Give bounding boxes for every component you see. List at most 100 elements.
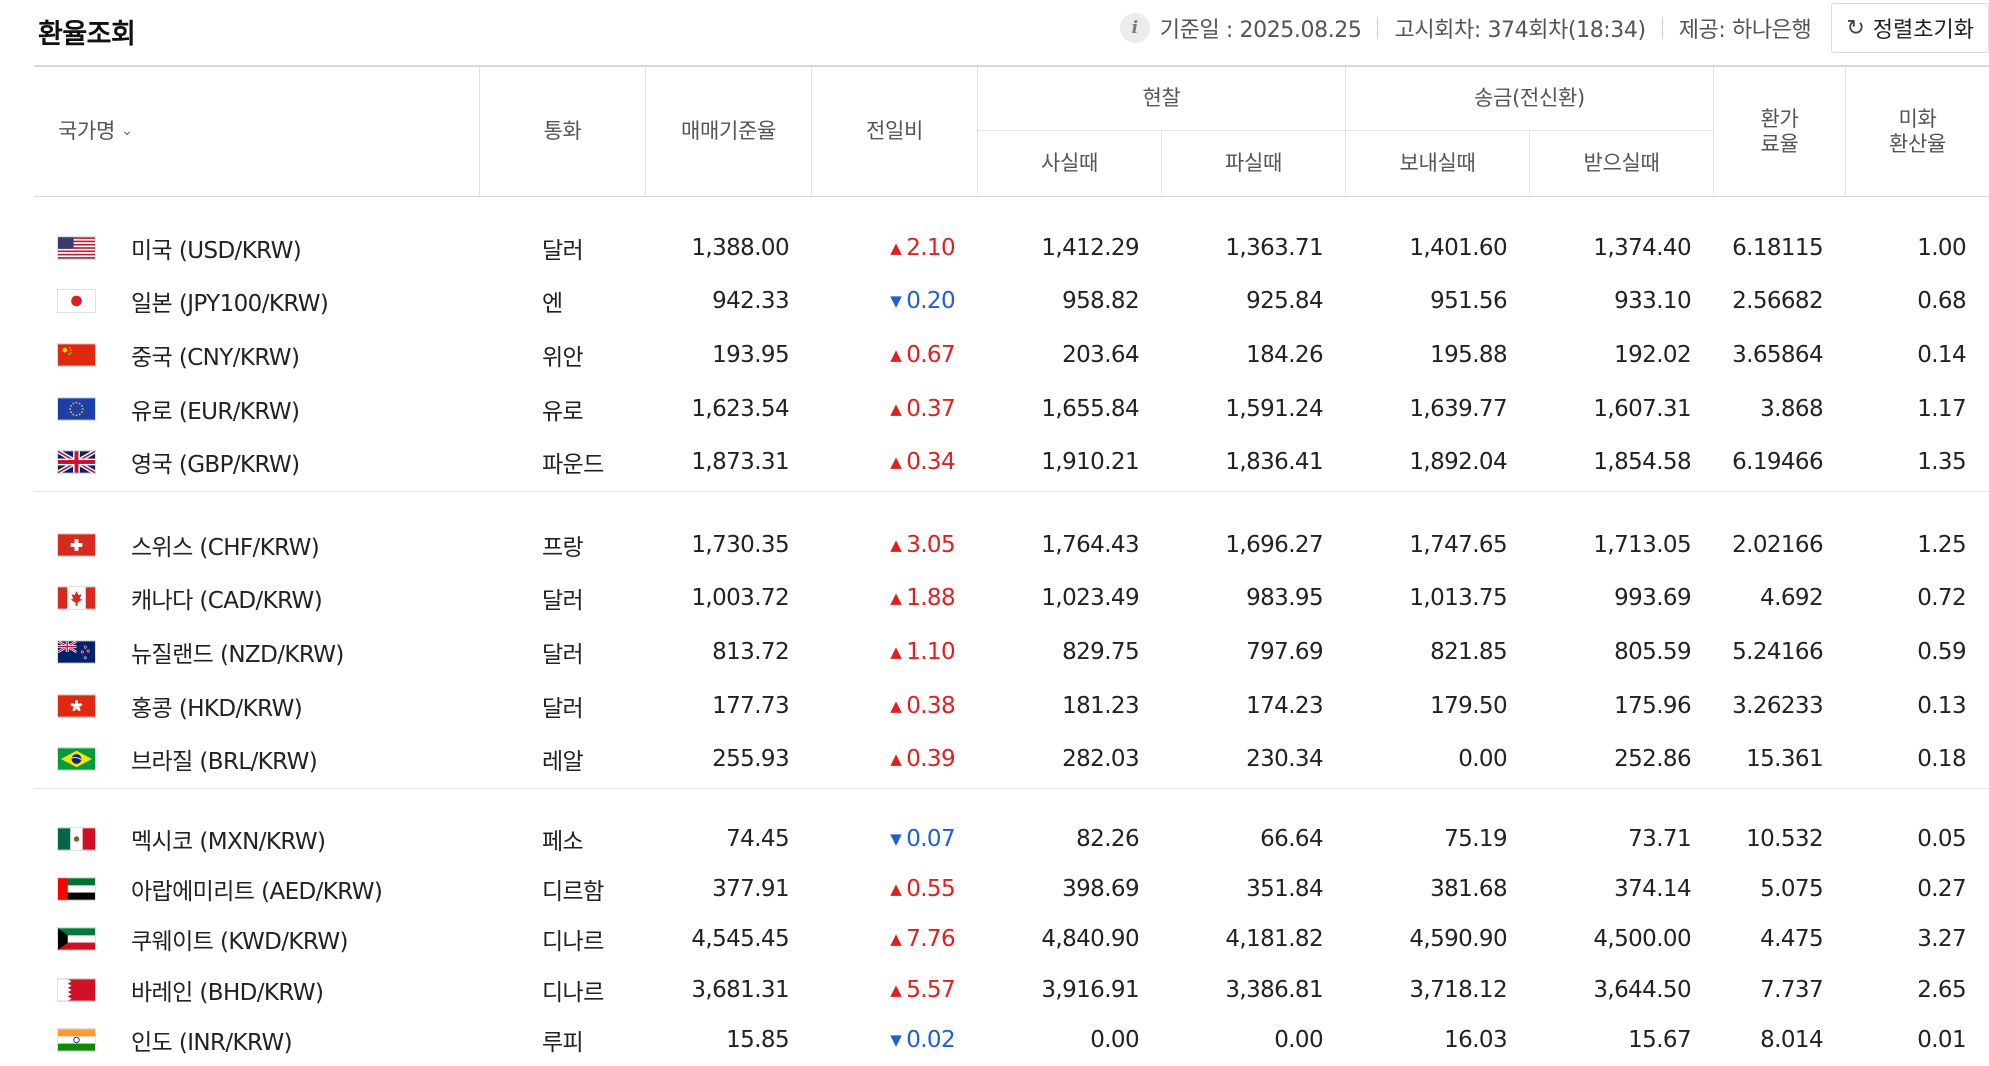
currency-name: 파운드	[542, 452, 604, 479]
rate-receive: 3,644.50	[1593, 976, 1691, 1003]
country-name: 미국 (USD/KRW)	[131, 237, 302, 264]
rate-receive: 993.69	[1614, 585, 1691, 612]
rate-send: 951.56	[1430, 288, 1507, 315]
change-cell: ▲ 1.88	[812, 574, 978, 624]
triangle-up-icon: ▲	[890, 535, 902, 554]
rate-cash-sell: 174.23	[1246, 692, 1323, 719]
currency-name: 달러	[542, 695, 584, 722]
triangle-down-icon: ▼	[890, 1031, 902, 1050]
flag-gb-icon	[56, 449, 97, 475]
flag-eu-icon	[58, 397, 95, 420]
rate-receive: 73.71	[1628, 825, 1691, 852]
change-value: 0.55	[906, 876, 955, 903]
change-value: 5.57	[906, 976, 955, 1003]
rate-receive: 4,500.00	[1593, 926, 1691, 953]
rate-send: 1,892.04	[1409, 449, 1507, 476]
rate-fee: 4.692	[1760, 585, 1823, 612]
column-send: 보내실때	[1346, 131, 1530, 196]
change-value: 7.76	[906, 926, 955, 953]
rate-cash-buy: 0.00	[1090, 1027, 1139, 1054]
country-name: 스위스 (CHF/KRW)	[131, 534, 320, 561]
rate-usd: 0.05	[1917, 825, 1966, 852]
change-value: 0.07	[906, 825, 955, 852]
change-value: 1.88	[906, 585, 955, 612]
rate-cash-buy: 181.23	[1062, 692, 1139, 719]
currency-name: 디나르	[542, 979, 604, 1006]
rate-usd: 0.14	[1917, 341, 1966, 368]
rate-cash-buy: 3,916.91	[1041, 976, 1139, 1003]
exchange-rate-page: 환율조회 i 기준일 : 2025.08.25 고시회차: 374회차(18:3…	[0, 0, 1989, 1066]
info-icon[interactable]: i	[1119, 13, 1150, 43]
base-rate: 177.73	[712, 692, 789, 719]
currency-name: 유로	[542, 398, 584, 425]
rate-send: 3,718.12	[1409, 976, 1507, 1003]
country-name: 일본 (JPY100/KRW)	[131, 291, 329, 318]
triangle-down-icon: ▼	[890, 829, 902, 848]
country-name: 홍콩 (HKD/KRW)	[131, 695, 303, 722]
rate-cash-buy: 282.03	[1062, 746, 1139, 773]
rate-cash-sell: 4,181.82	[1225, 926, 1323, 953]
rate-send: 75.19	[1444, 825, 1507, 852]
rate-receive: 1,713.05	[1593, 531, 1691, 558]
column-usd-rate-line2: 환산율	[1888, 131, 1947, 156]
change-value: 0.38	[906, 692, 955, 719]
rate-cash-sell: 3,386.81	[1225, 976, 1323, 1003]
flag-ca-icon	[58, 587, 95, 610]
column-cash-buy: 사실때	[978, 131, 1162, 196]
triangle-up-icon: ▲	[890, 642, 902, 661]
triangle-up-icon: ▲	[890, 880, 902, 899]
rate-receive: 933.10	[1614, 288, 1691, 315]
flag-in-icon	[58, 1029, 95, 1052]
rate-section-1: 미국 (USD/KRW) 달러 1,388.00 ▲ 2.10 1,412.29 1,363…	[34, 194, 1989, 492]
change-cell: ▼ 0.02	[812, 1016, 978, 1066]
country-name-cell: 홍콩 (HKD/KRW)	[34, 681, 480, 731]
country-name: 브라질 (BRL/KRW)	[131, 749, 318, 776]
change-cell: ▲ 0.38	[812, 681, 978, 731]
base-rate: 74.45	[726, 825, 789, 852]
base-rate: 15.85	[726, 1027, 789, 1054]
rate-cash-buy: 203.64	[1062, 341, 1139, 368]
change-value: 0.34	[906, 449, 955, 476]
rate-cash-buy: 829.75	[1062, 638, 1139, 665]
change-value: 0.39	[906, 746, 955, 773]
rate-usd: 1.25	[1917, 531, 1966, 558]
change-cell: ▲ 0.34	[812, 437, 978, 487]
base-date: 기준일 : 2025.08.25	[1159, 18, 1362, 43]
country-name: 캐나다 (CAD/KRW)	[131, 588, 323, 615]
change-value: 0.02	[906, 1027, 955, 1054]
country-name-cell: 뉴질랜드 (NZD/KRW)	[34, 627, 480, 677]
base-rate: 377.91	[712, 876, 789, 903]
rate-send: 16.03	[1444, 1027, 1507, 1054]
country-name-cell: 캐나다 (CAD/KRW)	[34, 574, 480, 624]
rate-cash-buy: 1,023.49	[1041, 585, 1139, 612]
column-group-transfer: 송금(전신환)	[1346, 67, 1714, 131]
rate-receive: 1,374.40	[1593, 234, 1691, 261]
flag-bh-icon	[58, 979, 95, 1001]
base-rate: 1,730.35	[691, 531, 789, 558]
meta-info: i 기준일 : 2025.08.25 고시회차: 374회차(18:34) 제공…	[1119, 2, 1989, 54]
rate-usd: 1.00	[1917, 234, 1966, 261]
column-nation[interactable]: 국가명 ⌄	[34, 67, 480, 196]
column-base-rate: 매매기준율	[646, 67, 812, 196]
change-cell: ▲ 3.05	[812, 520, 978, 570]
change-value: 0.20	[906, 288, 955, 315]
rate-cash-sell: 184.26	[1246, 341, 1323, 368]
rate-send: 179.50	[1430, 692, 1507, 719]
triangle-up-icon: ▲	[890, 750, 902, 769]
country-name-cell: 브라질 (BRL/KRW)	[34, 734, 480, 784]
country-name-cell: 바레인 (BHD/KRW)	[34, 965, 480, 1015]
rate-cash-buy: 1,910.21	[1041, 449, 1139, 476]
column-currency: 통화	[480, 67, 646, 196]
column-cash-sell: 파실때	[1162, 131, 1346, 196]
flag-nz-icon	[57, 640, 95, 663]
base-rate: 813.72	[712, 638, 789, 665]
currency-name: 루피	[542, 1030, 584, 1057]
change-value: 3.05	[906, 531, 955, 558]
reset-sort-button[interactable]: ↻ 정렬초기화	[1831, 3, 1989, 53]
rate-fee: 3.65864	[1732, 341, 1824, 368]
column-nation-label: 국가명	[58, 119, 116, 144]
rate-fee: 2.56682	[1732, 288, 1824, 315]
triangle-up-icon: ▲	[890, 930, 902, 949]
country-name-cell: 일본 (JPY100/KRW)	[34, 277, 480, 327]
change-cell: ▲ 7.76	[812, 915, 978, 965]
